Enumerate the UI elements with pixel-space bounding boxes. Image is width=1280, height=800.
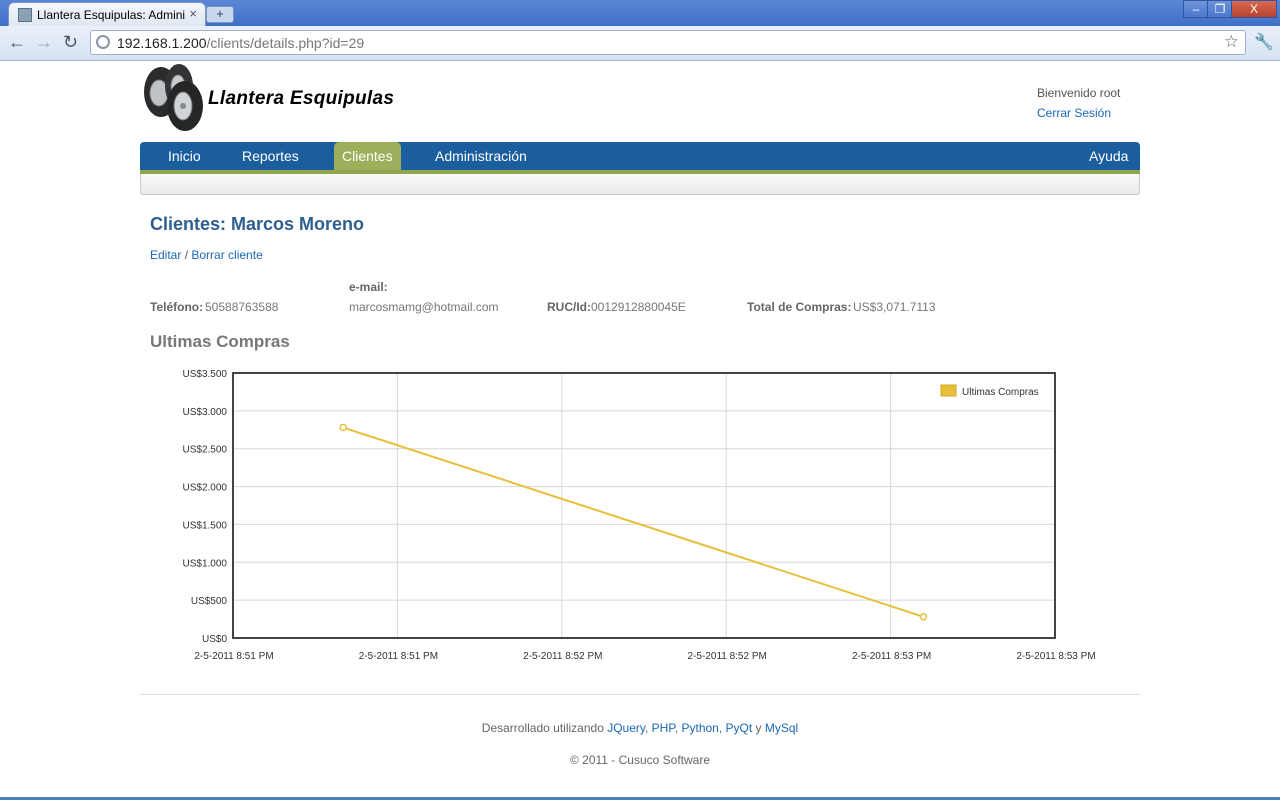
phone-label: Teléfono: xyxy=(150,300,204,314)
favicon-icon xyxy=(18,8,32,22)
x-tick-label: 2-5-2011 8:51 PM xyxy=(194,651,273,662)
ruc-label: RUC/Id: xyxy=(547,300,591,314)
logout-link[interactable]: Cerrar Sesión xyxy=(1037,106,1111,120)
phone-value: 50588763588 xyxy=(205,300,279,314)
tires-logo xyxy=(144,64,203,131)
minimize-button[interactable]: ‒ xyxy=(1183,0,1209,18)
brand-name: Llantera Esquipulas xyxy=(208,88,395,109)
x-tick-label: 2-5-2011 8:51 PM xyxy=(359,651,438,662)
mysql-link[interactable]: MySql xyxy=(765,721,798,735)
data-point xyxy=(919,613,928,621)
tab-title: Llantera Esquipulas: Admini… xyxy=(37,8,185,22)
y-tick-label: US$1.500 xyxy=(183,520,228,531)
plot-frame xyxy=(232,372,1056,639)
y-tick-label: US$2.500 xyxy=(183,445,228,456)
menu-item-clientes[interactable]: Clientes xyxy=(342,148,393,164)
menu-item-ayuda[interactable]: Ayuda xyxy=(1089,148,1128,164)
footer-prefix: Desarrollado utilizando xyxy=(481,721,608,735)
x-tick-label: 2-5-2011 8:53 PM xyxy=(1016,651,1095,662)
jquery-link[interactable]: JQuery xyxy=(607,721,645,735)
email-label: e-mail: xyxy=(349,280,388,294)
tab-close-icon[interactable]: × xyxy=(189,6,197,21)
menu-item-reportes[interactable]: Reportes xyxy=(242,148,299,164)
delete-client-link[interactable]: Borrar cliente xyxy=(191,248,262,262)
menu-item-inicio[interactable]: Inicio xyxy=(168,148,201,164)
page-info-icon xyxy=(96,35,110,49)
client-actions: Editar / Borrar cliente xyxy=(150,248,263,262)
edit-link[interactable]: Editar xyxy=(150,248,181,262)
python-link[interactable]: Python xyxy=(681,721,718,735)
series-line xyxy=(342,426,924,618)
maximize-button[interactable]: ❐ xyxy=(1207,0,1233,18)
legend-swatch xyxy=(940,384,957,397)
submenu-bar xyxy=(140,174,1140,195)
footer-credits: Desarrollado utilizando JQuery, PHP, Pyt… xyxy=(481,721,799,735)
y-tick-label: US$1.000 xyxy=(183,558,228,569)
email-value: marcosmamg@hotmail.com xyxy=(349,300,499,314)
total-label: Total de Compras: xyxy=(747,300,852,314)
page-title: Clientes: Marcos Moreno xyxy=(150,214,365,234)
section-title: Ultimas Compras xyxy=(150,332,290,351)
y-tick-label: US$0 xyxy=(202,634,227,645)
address-bar[interactable]: 192.168.1.200/clients/details.php?id=29 … xyxy=(90,30,1246,55)
welcome-text: Bienvenido root xyxy=(1037,86,1121,100)
bookmark-star-icon[interactable]: ☆ xyxy=(1224,32,1239,52)
x-tick-label: 2-5-2011 8:52 PM xyxy=(523,651,602,662)
action-separator: / xyxy=(181,248,192,262)
url-text[interactable]: 192.168.1.200/clients/details.php?id=29 xyxy=(117,35,364,51)
url-path: /clients/details.php?id=29 xyxy=(206,35,365,51)
ruc-value: 0012912880045E xyxy=(591,300,686,314)
forward-arrow-icon[interactable]: → xyxy=(35,32,53,53)
plot-area xyxy=(233,373,1055,638)
x-tick-label: 2-5-2011 8:52 PM xyxy=(688,651,767,662)
y-tick-label: US$3.500 xyxy=(183,369,228,380)
url-host: 192.168.1.200 xyxy=(117,35,207,51)
pyqt-link[interactable]: PyQt xyxy=(726,721,753,735)
legend-label: Ultimas Compras xyxy=(962,387,1039,398)
php-link[interactable]: PHP xyxy=(652,721,675,735)
y-tick-label: US$3.000 xyxy=(183,407,228,418)
browser-tab[interactable]: Llantera Esquipulas: Admini… × xyxy=(8,2,206,26)
menu-item-administracion[interactable]: Administración xyxy=(435,148,527,164)
y-tick-label: US$500 xyxy=(191,596,228,607)
close-window-button[interactable]: X xyxy=(1231,0,1277,18)
footer-divider xyxy=(140,694,1140,695)
y-tick-label: US$2.000 xyxy=(183,483,228,494)
browser-title-bar: Llantera Esquipulas: Admini… × + ‒ ❐ X xyxy=(0,0,1280,26)
total-value: US$3,071.7113 xyxy=(853,300,936,314)
reload-icon[interactable]: ↻ xyxy=(63,32,78,53)
wrench-menu-icon[interactable]: 🔧 xyxy=(1254,32,1274,52)
x-tick-label: 2-5-2011 8:53 PM xyxy=(852,651,931,662)
back-arrow-icon[interactable]: ← xyxy=(8,32,26,53)
browser-toolbar: ← → ↻ 192.168.1.200/clients/details.php?… xyxy=(0,26,1280,61)
copyright: © 2011 - Cusuco Software xyxy=(569,753,711,767)
new-tab-button[interactable]: + xyxy=(206,6,234,23)
data-point xyxy=(339,423,347,432)
